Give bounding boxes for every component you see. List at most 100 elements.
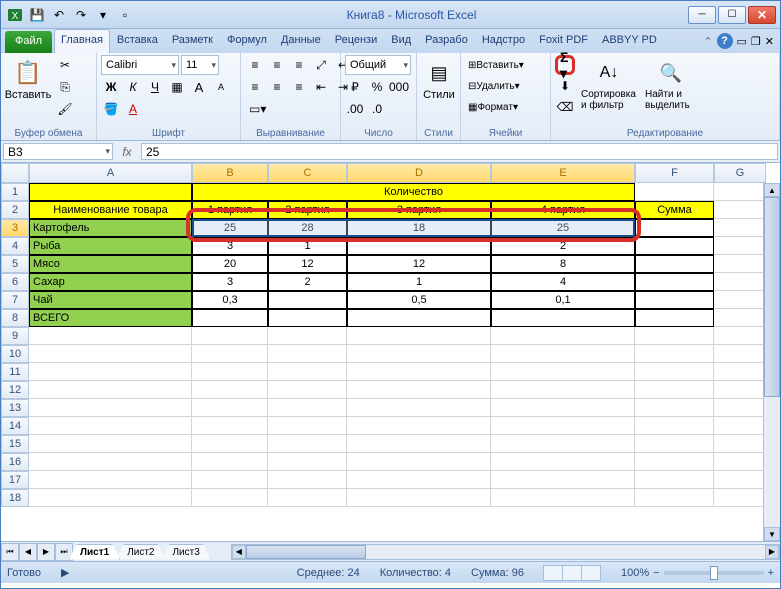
cell[interactable] [268,345,347,363]
cell[interactable]: 0,5 [347,291,491,309]
decrease-indent-icon[interactable]: ⇤ [311,77,331,97]
paste-button[interactable]: 📋 Вставить [5,55,51,103]
minimize-button[interactable]: ─ [688,6,716,24]
view-layout-icon[interactable] [562,565,582,581]
cell[interactable] [491,345,635,363]
cell[interactable] [29,381,192,399]
cell[interactable] [347,363,491,381]
fx-icon[interactable]: fx [115,141,139,162]
help-icon[interactable]: ? [717,33,733,49]
cell[interactable]: 25 [192,219,268,237]
cell[interactable] [635,399,714,417]
cell[interactable] [491,489,635,507]
column-header[interactable]: F [635,163,714,183]
cell[interactable] [714,435,766,453]
cell[interactable] [714,345,766,363]
cell[interactable] [635,345,714,363]
doc-close-icon[interactable]: ✕ [765,35,774,48]
cell[interactable] [268,309,347,327]
cell[interactable] [268,417,347,435]
cell[interactable] [268,291,347,309]
cell[interactable]: 12 [268,255,347,273]
row-header[interactable]: 9 [1,327,29,345]
cell[interactable] [635,327,714,345]
cell[interactable] [29,327,192,345]
ribbon-min-icon[interactable]: ⌃ [703,35,712,48]
cell[interactable] [29,417,192,435]
cell[interactable]: 2 партия [268,201,347,219]
sheet-tab[interactable]: Лист3 [161,544,210,560]
cell[interactable]: 3 партия [347,201,491,219]
row-header[interactable]: 4 [1,237,29,255]
column-header[interactable]: C [268,163,347,183]
cut-icon[interactable]: ✂ [55,55,75,75]
row-header[interactable]: 13 [1,399,29,417]
cell[interactable] [491,399,635,417]
cell[interactable] [268,381,347,399]
ribbon-tab[interactable]: ABBYY PD [595,29,664,53]
ribbon-tab[interactable]: Данные [274,29,328,53]
cell[interactable] [714,471,766,489]
zoom-out-icon[interactable]: − [653,567,659,579]
cell[interactable] [714,489,766,507]
horizontal-scrollbar[interactable]: ◀ ▶ [231,544,780,560]
cell[interactable]: 25 [491,219,635,237]
row-header[interactable]: 18 [1,489,29,507]
ribbon-tab[interactable]: Разрабо [418,29,475,53]
styles-button[interactable]: ▤ Стили [421,55,457,103]
number-format-combo[interactable]: Общий [345,55,411,75]
cell[interactable] [29,345,192,363]
cell[interactable]: Сумма [635,201,714,219]
row-header[interactable]: 14 [1,417,29,435]
sheet-tab[interactable]: Лист2 [116,544,165,560]
cell[interactable] [491,363,635,381]
view-normal-icon[interactable] [543,565,563,581]
cell[interactable]: 4 партия [491,201,635,219]
cell[interactable] [714,309,766,327]
align-mid-icon[interactable]: ≡ [267,55,287,75]
cell[interactable] [192,345,268,363]
decrease-decimal-icon[interactable]: .0 [367,99,387,119]
cell[interactable] [29,453,192,471]
select-all-corner[interactable] [1,163,29,183]
font-name-combo[interactable]: Calibri [101,55,179,75]
row-header[interactable]: 3 [1,219,29,237]
cell[interactable] [268,399,347,417]
cell[interactable] [635,381,714,399]
align-bot-icon[interactable]: ≡ [289,55,309,75]
save-icon[interactable]: 💾 [27,5,47,25]
cell[interactable] [491,471,635,489]
clear-button[interactable]: ⌫ [555,97,575,117]
cell[interactable] [347,489,491,507]
cell[interactable] [635,489,714,507]
cell[interactable] [29,471,192,489]
cell[interactable] [491,417,635,435]
row-header[interactable]: 12 [1,381,29,399]
cell[interactable]: Картофель [29,219,192,237]
sort-filter-button[interactable]: A↓ Сортировка и фильтр [579,55,639,113]
cell[interactable] [192,309,268,327]
cell[interactable] [635,309,714,327]
cell[interactable]: 1 [268,237,347,255]
cell[interactable] [635,237,714,255]
undo-icon[interactable]: ↶ [49,5,69,25]
zoom-slider[interactable] [664,571,764,575]
ribbon-tab[interactable]: Главная [54,29,110,53]
row-header[interactable]: 15 [1,435,29,453]
cell[interactable] [491,381,635,399]
scrollbar-thumb[interactable] [246,545,366,559]
tab-nav-prev[interactable]: ◀ [19,543,37,561]
cell[interactable] [714,363,766,381]
decrease-font-icon[interactable]: A [211,77,231,97]
column-header[interactable]: G [714,163,766,183]
column-header[interactable]: A [29,163,192,183]
zoom-level[interactable]: 100% [621,567,649,579]
cell[interactable]: 0,3 [192,291,268,309]
cell[interactable] [491,435,635,453]
row-header[interactable]: 2 [1,201,29,219]
cell[interactable] [192,381,268,399]
cell[interactable] [268,435,347,453]
column-header[interactable]: E [491,163,635,183]
underline-button[interactable]: Ч [145,77,165,97]
cell[interactable] [714,327,766,345]
